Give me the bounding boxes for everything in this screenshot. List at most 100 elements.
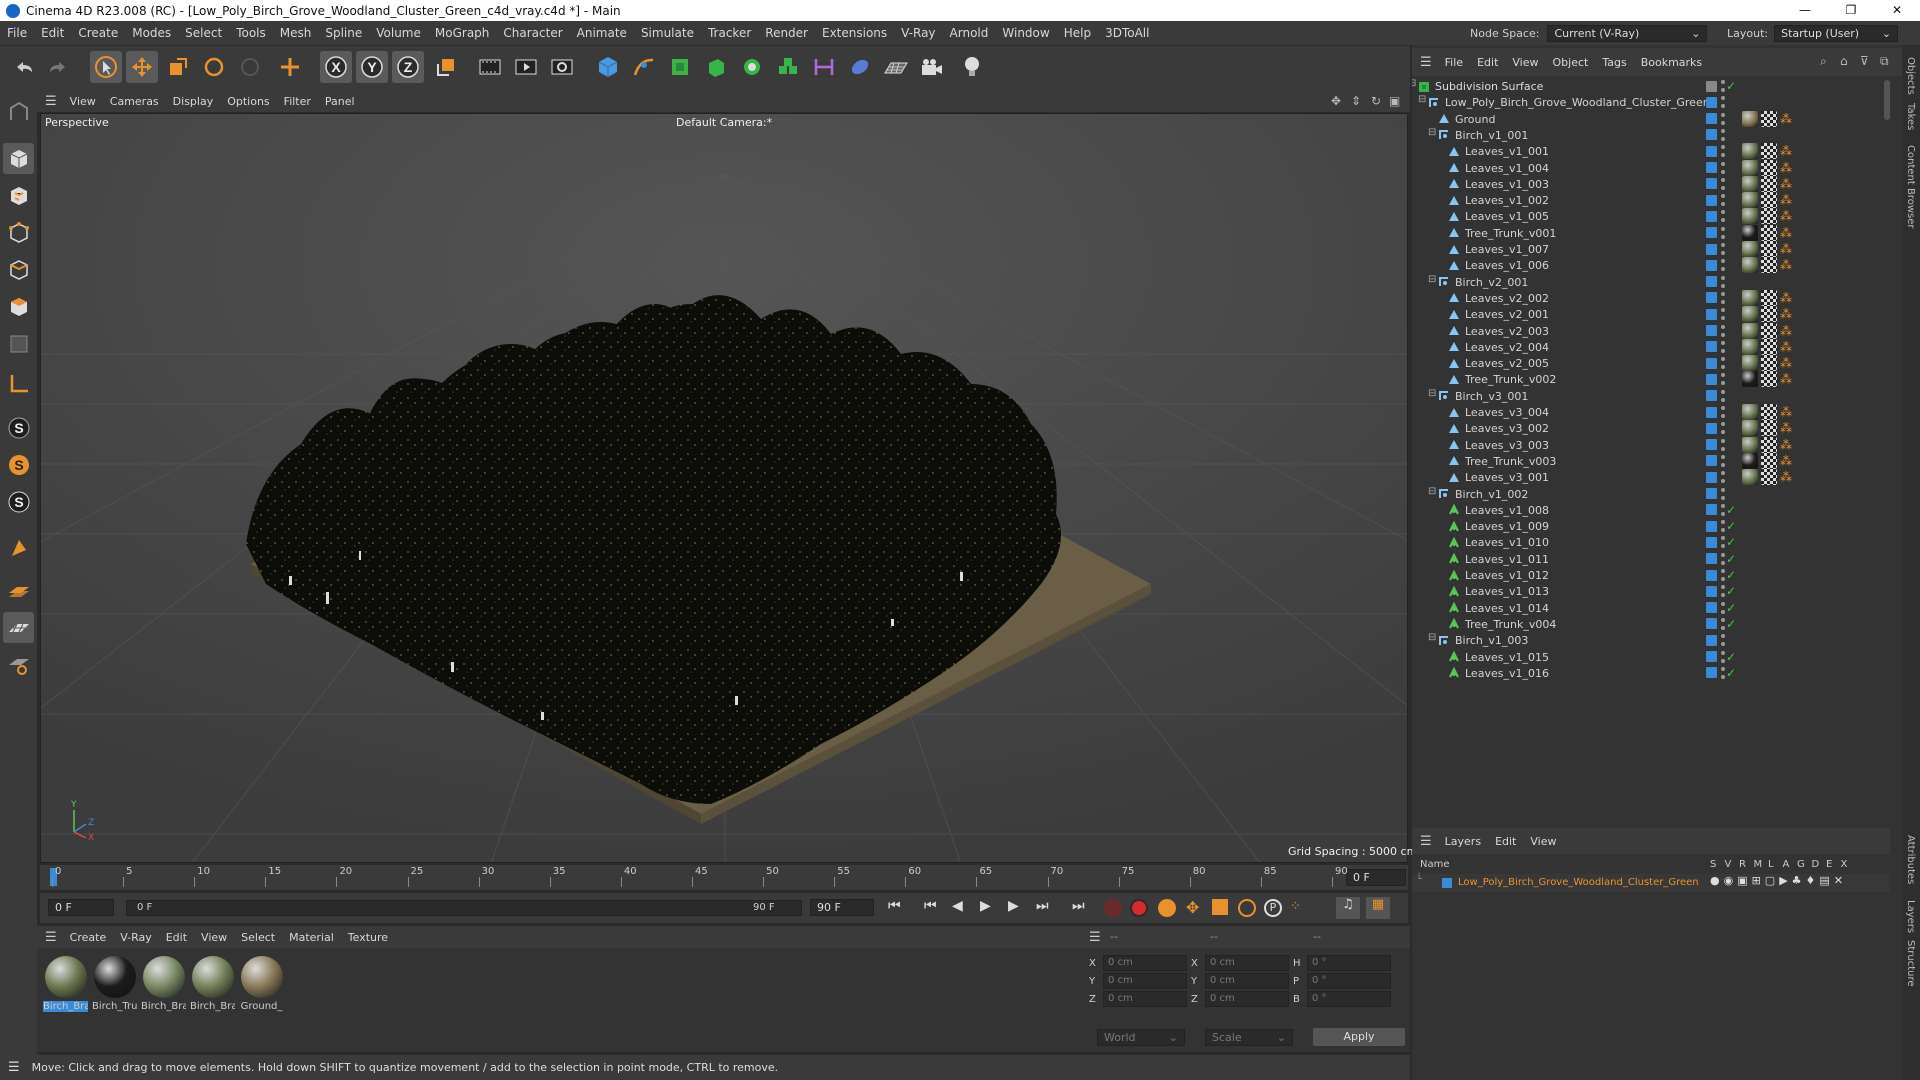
vray-tag-icon[interactable]: ⁂ [1780,405,1792,419]
material-thumbnail[interactable]: Ground_ [239,954,284,1014]
layer-swatch-icon[interactable] [1706,96,1717,108]
layer-swatch-icon[interactable] [1706,145,1717,157]
checkmark-icon[interactable]: ✓ [1726,584,1736,598]
edges-mode-icon[interactable] [3,254,34,285]
vray-tag-icon[interactable]: ⁂ [1780,291,1792,305]
visibility-dots-icon[interactable] [1721,634,1727,647]
mat-menu-view[interactable]: View [194,931,234,944]
render-settings-icon[interactable] [546,51,578,83]
vray-tag-icon[interactable]: ⁂ [1780,193,1792,207]
layer-swatch-icon[interactable] [1706,471,1717,483]
position-key-icon[interactable]: ✥ [1186,898,1199,917]
rotate-view-icon[interactable]: ↻ [1371,94,1381,108]
animation-mode-icon[interactable]: ♫ [1336,897,1360,919]
menu-select[interactable]: Select [178,26,229,40]
menu-character[interactable]: Character [496,26,569,40]
hamburger-icon[interactable]: ☰ [45,930,57,945]
mat-menu-vray[interactable]: V-Ray [113,931,159,944]
workplane-snap-icon[interactable]: S [3,486,34,517]
layer-swatch-icon[interactable] [1706,292,1717,304]
mat-menu-edit[interactable]: Edit [159,931,194,944]
autokey-icon[interactable] [1130,899,1148,917]
layer-swatch-icon[interactable] [1706,276,1717,288]
layer-swatch-icon[interactable] [1706,210,1717,222]
menu-mograph[interactable]: MoGraph [428,26,497,40]
coordinate-system-dropdown[interactable]: World ⌄ [1097,1028,1185,1046]
position-field[interactable]: 0 cm [1103,973,1187,989]
expand-toggle-icon[interactable]: ⊟ [1428,632,1436,643]
snap-settings-icon[interactable]: S [3,449,34,480]
zoom-view-icon[interactable]: ⇕ [1351,94,1361,108]
vray-tag-icon[interactable]: ⁂ [1780,258,1792,272]
mat-menu-select[interactable]: Select [234,931,282,944]
visibility-dots-icon[interactable] [1721,291,1727,304]
layer-swatch-icon[interactable] [1706,227,1717,239]
node-space-dropdown[interactable]: Current (V-Ray) ⌄ [1547,24,1708,42]
checkmark-icon[interactable]: ✓ [1726,535,1736,549]
object-tree-scrollbar[interactable] [1884,80,1890,120]
hamburger-icon[interactable]: ☰ [1089,930,1101,945]
vray-tag-icon[interactable]: ⁂ [1780,454,1792,468]
vray-tag-icon[interactable]: ⁂ [1780,144,1792,158]
visibility-dots-icon[interactable] [1721,389,1727,402]
tweak-mode-icon[interactable] [3,532,34,563]
layer-swatch-icon[interactable] [1706,308,1717,320]
vray-tag-icon[interactable]: ⁂ [1780,324,1792,338]
vray-tag-icon[interactable]: ⁂ [1780,242,1792,256]
coordinate-system-icon[interactable] [430,51,462,83]
tab-structure[interactable]: Structure [1905,940,1916,987]
mograph-cloner-icon[interactable] [772,51,804,83]
next-key-icon[interactable]: ⏭ [1036,898,1049,914]
checkmark-icon[interactable]: ✓ [1726,650,1736,664]
menu-3dtoall[interactable]: 3DToAll [1098,26,1156,40]
planar-workplane-icon[interactable] [3,649,34,680]
obj-menu-bookmarks[interactable]: Bookmarks [1634,56,1709,69]
vray-tag-icon[interactable]: ⁂ [1780,470,1792,484]
layer-menu-edit[interactable]: Edit [1488,835,1523,848]
layer-swatch-icon[interactable] [1706,357,1717,369]
layer-swatch-icon[interactable] [1706,504,1717,516]
apply-button[interactable]: Apply [1313,1028,1405,1046]
new-window-icon[interactable]: ⧉ [1880,54,1889,69]
layer-swatch-icon[interactable] [1706,341,1717,353]
expand-toggle-icon[interactable]: ⊟ [1412,78,1416,89]
layer-swatch-icon[interactable] [1706,602,1717,614]
layer-flags[interactable]: ●◉▣⊞▢▶♣♦▤✕ [1710,874,1847,887]
visibility-dots-icon[interactable] [1721,438,1727,451]
axis-mode-icon[interactable] [3,368,34,399]
obj-menu-tags[interactable]: Tags [1595,56,1633,69]
visibility-dots-icon[interactable] [1721,454,1727,467]
parameter-key-icon[interactable]: P [1264,899,1282,917]
visibility-dots-icon[interactable] [1721,128,1727,141]
layer-swatch-icon[interactable] [1706,194,1717,206]
vray-tag-icon[interactable]: ⁂ [1780,421,1792,435]
polygons-mode-icon[interactable] [3,291,34,322]
layer-swatch-icon[interactable] [1706,178,1717,190]
visibility-dots-icon[interactable] [1721,112,1727,125]
vray-tag-icon[interactable]: ⁂ [1780,177,1792,191]
spline-pen-icon[interactable] [628,51,660,83]
cube-primitive-icon[interactable] [592,51,624,83]
position-field[interactable]: 0 cm [1103,955,1187,971]
obj-menu-view[interactable]: View [1505,56,1545,69]
toggle-view-icon[interactable]: ▣ [1389,94,1400,108]
redo-icon[interactable] [42,51,74,83]
vray-tag-icon[interactable]: ⁂ [1780,307,1792,321]
layer-menu-layers[interactable]: Layers [1438,835,1488,848]
visibility-dots-icon[interactable] [1721,487,1727,500]
minimize-button[interactable]: — [1782,0,1828,21]
visibility-dots-icon[interactable] [1721,210,1727,223]
menu-file[interactable]: File [0,26,34,40]
undo-icon[interactable] [8,51,40,83]
menu-create[interactable]: Create [71,26,125,40]
rotation-field[interactable]: 0 ° [1307,973,1391,989]
visibility-dots-icon[interactable] [1721,308,1727,321]
layer-swatch-icon[interactable] [1706,520,1717,532]
texture-mode-icon[interactable] [3,180,34,211]
visibility-dots-icon[interactable] [1721,161,1727,174]
rotation-field[interactable]: 0 ° [1307,955,1391,971]
rotation-key-icon[interactable] [1238,899,1256,917]
layer-swatch-icon[interactable] [1706,651,1717,662]
expand-toggle-icon[interactable]: ⊟ [1418,94,1426,105]
layer-swatch-icon[interactable] [1706,373,1717,385]
